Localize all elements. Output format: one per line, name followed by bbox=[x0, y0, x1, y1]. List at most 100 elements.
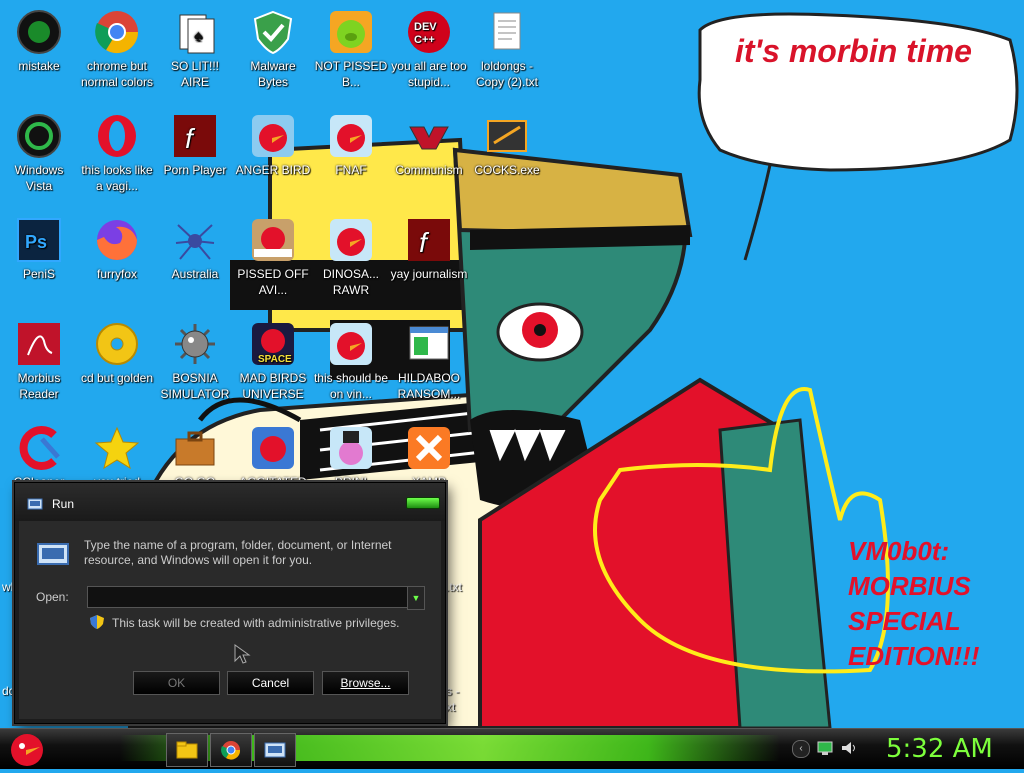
close-button[interactable] bbox=[406, 497, 440, 509]
angry-bird-icon bbox=[249, 424, 297, 472]
cancel-button[interactable]: Cancel bbox=[227, 671, 314, 695]
desktop-icon-anger-bird[interactable]: ANGER BIRD bbox=[234, 112, 312, 178]
run-dialog: Run Type the name of a program, folder, … bbox=[14, 482, 446, 724]
star-icon bbox=[93, 424, 141, 472]
desktop-icon-mistake[interactable]: mistake bbox=[0, 8, 78, 74]
flash-icon: f bbox=[405, 216, 453, 264]
clock[interactable]: 5:32 AM bbox=[886, 733, 993, 765]
desktop-icon-ccleaner[interactable]: CCleaner bbox=[0, 424, 78, 490]
desktop-icon-penis[interactable]: Ps PeniS bbox=[0, 216, 78, 282]
angry-bird-space-icon: SPACE bbox=[249, 320, 297, 368]
desktop-icon-xamp[interactable]: XAMP bbox=[390, 424, 468, 490]
speech-text: it's morbin time bbox=[735, 33, 972, 69]
caption-line-1: VM0b0t: bbox=[848, 536, 949, 566]
desktop-icon-bosnia[interactable]: BOSNIA SIMULATOR bbox=[156, 320, 234, 402]
run-icon bbox=[27, 497, 43, 510]
desktop-icon-solitaire[interactable]: ♠ SO LIT!!! AIRE bbox=[156, 8, 234, 90]
razer-icon bbox=[15, 8, 63, 56]
admin-note: This task will be created with administr… bbox=[112, 616, 400, 630]
desktop-icon-malwarebytes[interactable]: Malware Bytes bbox=[234, 8, 312, 90]
cards-icon: ♠ bbox=[171, 8, 219, 56]
angry-bird-seasons-icon bbox=[249, 216, 297, 264]
run-description: Type the name of a program, folder, docu… bbox=[84, 538, 392, 567]
dropdown-arrow-icon[interactable]: ▼ bbox=[407, 586, 425, 610]
desktop-icon-loldongs[interactable]: loldongs - Copy (2).txt bbox=[468, 8, 546, 90]
caption-line-4: EDITION!!! bbox=[848, 641, 980, 671]
svg-text:DEV: DEV bbox=[414, 21, 437, 33]
text-file-icon bbox=[483, 8, 531, 56]
uac-shield-icon bbox=[89, 614, 105, 630]
desktop-icon-aggitated[interactable]: AGGITATED bbox=[234, 424, 312, 490]
svg-text:SPACE: SPACE bbox=[258, 354, 292, 365]
chevron-icon[interactable]: ‹ bbox=[792, 740, 810, 758]
taskbar-chrome-button[interactable] bbox=[210, 733, 252, 767]
desktop-icon-opera[interactable]: this looks like a vagi... bbox=[78, 112, 156, 194]
desktop-icon-brini[interactable]: BRINI bbox=[312, 424, 390, 490]
caption-line-2: MORBIUS bbox=[848, 571, 971, 601]
desktop-icon-go-go[interactable]: GO GO bbox=[156, 424, 234, 490]
desktop-icon-bad-piggies[interactable]: NOT PISSED B... bbox=[312, 8, 390, 90]
desktop-icon-australia[interactable]: Australia bbox=[156, 216, 234, 282]
svg-text:♠: ♠ bbox=[194, 28, 203, 45]
desktop-icon-golden-cd[interactable]: cd but golden bbox=[78, 320, 156, 386]
window-icon bbox=[405, 320, 453, 368]
desktop-icon-communism[interactable]: Communism bbox=[390, 112, 468, 178]
angry-bird-icon bbox=[327, 320, 375, 368]
speaker-icon[interactable] bbox=[840, 740, 858, 756]
run-titlebar[interactable] bbox=[15, 483, 445, 521]
open-input[interactable] bbox=[87, 586, 415, 608]
shield-icon bbox=[249, 8, 297, 56]
svg-text:Ps: Ps bbox=[25, 232, 47, 252]
recycle-bin-icon bbox=[15, 112, 63, 160]
angry-bird-icon bbox=[327, 112, 375, 160]
caption-line-3: SPECIAL bbox=[848, 606, 961, 636]
cursor-busy-icon bbox=[233, 643, 257, 667]
cd-icon bbox=[93, 320, 141, 368]
chrome-icon bbox=[93, 8, 141, 56]
desktop-icon-fnaf[interactable]: FNAF bbox=[312, 112, 390, 178]
app-window-icon bbox=[483, 112, 531, 160]
photoshop-icon: Ps bbox=[15, 216, 63, 264]
desktop-icon-vinyl[interactable]: this should be on vin... bbox=[312, 320, 390, 402]
start-button[interactable] bbox=[4, 728, 50, 768]
browse-button[interactable]: Browse... bbox=[322, 671, 409, 695]
hidden-label-fragment: s - bbox=[446, 684, 460, 698]
taskbar-run-button[interactable] bbox=[254, 733, 296, 767]
pdf-reader-icon bbox=[15, 320, 63, 368]
hidden-label-fragment: .txt bbox=[446, 580, 463, 594]
network-icon[interactable] bbox=[816, 740, 834, 756]
svg-text:C++: C++ bbox=[414, 34, 435, 46]
desktop-icon-chrome[interactable]: chrome but normal colors bbox=[78, 8, 156, 90]
run-app-icon bbox=[37, 543, 69, 565]
hidden-label-fragment: xt bbox=[446, 700, 456, 714]
desktop-icon-windows-vista[interactable]: Windows Vista bbox=[0, 112, 78, 194]
desktop-icon-devcpp[interactable]: DEV C++ you all are too stupid... bbox=[390, 8, 468, 90]
desktop-icon-porn-player[interactable]: f Porn Player bbox=[156, 112, 234, 178]
bird-hat-icon bbox=[327, 424, 375, 472]
desktop-icon-yay-journalism[interactable]: f yay journalism bbox=[390, 216, 468, 282]
desktop-icon-hildaboo[interactable]: HILDABOO RANSOM... bbox=[390, 320, 468, 402]
ok-button[interactable]: OK bbox=[133, 671, 220, 695]
angry-bird-icon bbox=[11, 734, 43, 766]
mine-icon bbox=[171, 320, 219, 368]
run-icon bbox=[264, 742, 286, 758]
xampp-icon bbox=[405, 424, 453, 472]
pig-icon bbox=[327, 8, 375, 56]
desktop-icon-cocks-exe[interactable]: COCKS.exe bbox=[468, 112, 546, 178]
desktop-icon-pissed-off[interactable]: PISSED OFF AVI... bbox=[234, 216, 312, 298]
taskbar-explorer-button[interactable] bbox=[166, 733, 208, 767]
flash-icon: f bbox=[171, 112, 219, 160]
angry-bird-icon bbox=[249, 112, 297, 160]
ccleaner-icon bbox=[15, 424, 63, 472]
desktop-icon-you-tried[interactable]: you tried bbox=[78, 424, 156, 490]
desktop-icon-morbius-reader[interactable]: Morbius Reader bbox=[0, 320, 78, 402]
devcpp-icon: DEV C++ bbox=[405, 8, 453, 56]
briefcase-icon bbox=[171, 424, 219, 472]
chrome-icon bbox=[221, 741, 241, 760]
desktop-icon-firefox[interactable]: furryfox bbox=[78, 216, 156, 282]
spider-icon bbox=[171, 216, 219, 264]
emblem-icon bbox=[405, 112, 453, 160]
desktop-icon-dinosaur[interactable]: DINOSA... RAWR bbox=[312, 216, 390, 298]
desktop-icon-mad-birds[interactable]: SPACE MAD BIRDS UNIVERSE bbox=[234, 320, 312, 402]
open-label: Open: bbox=[36, 590, 69, 604]
